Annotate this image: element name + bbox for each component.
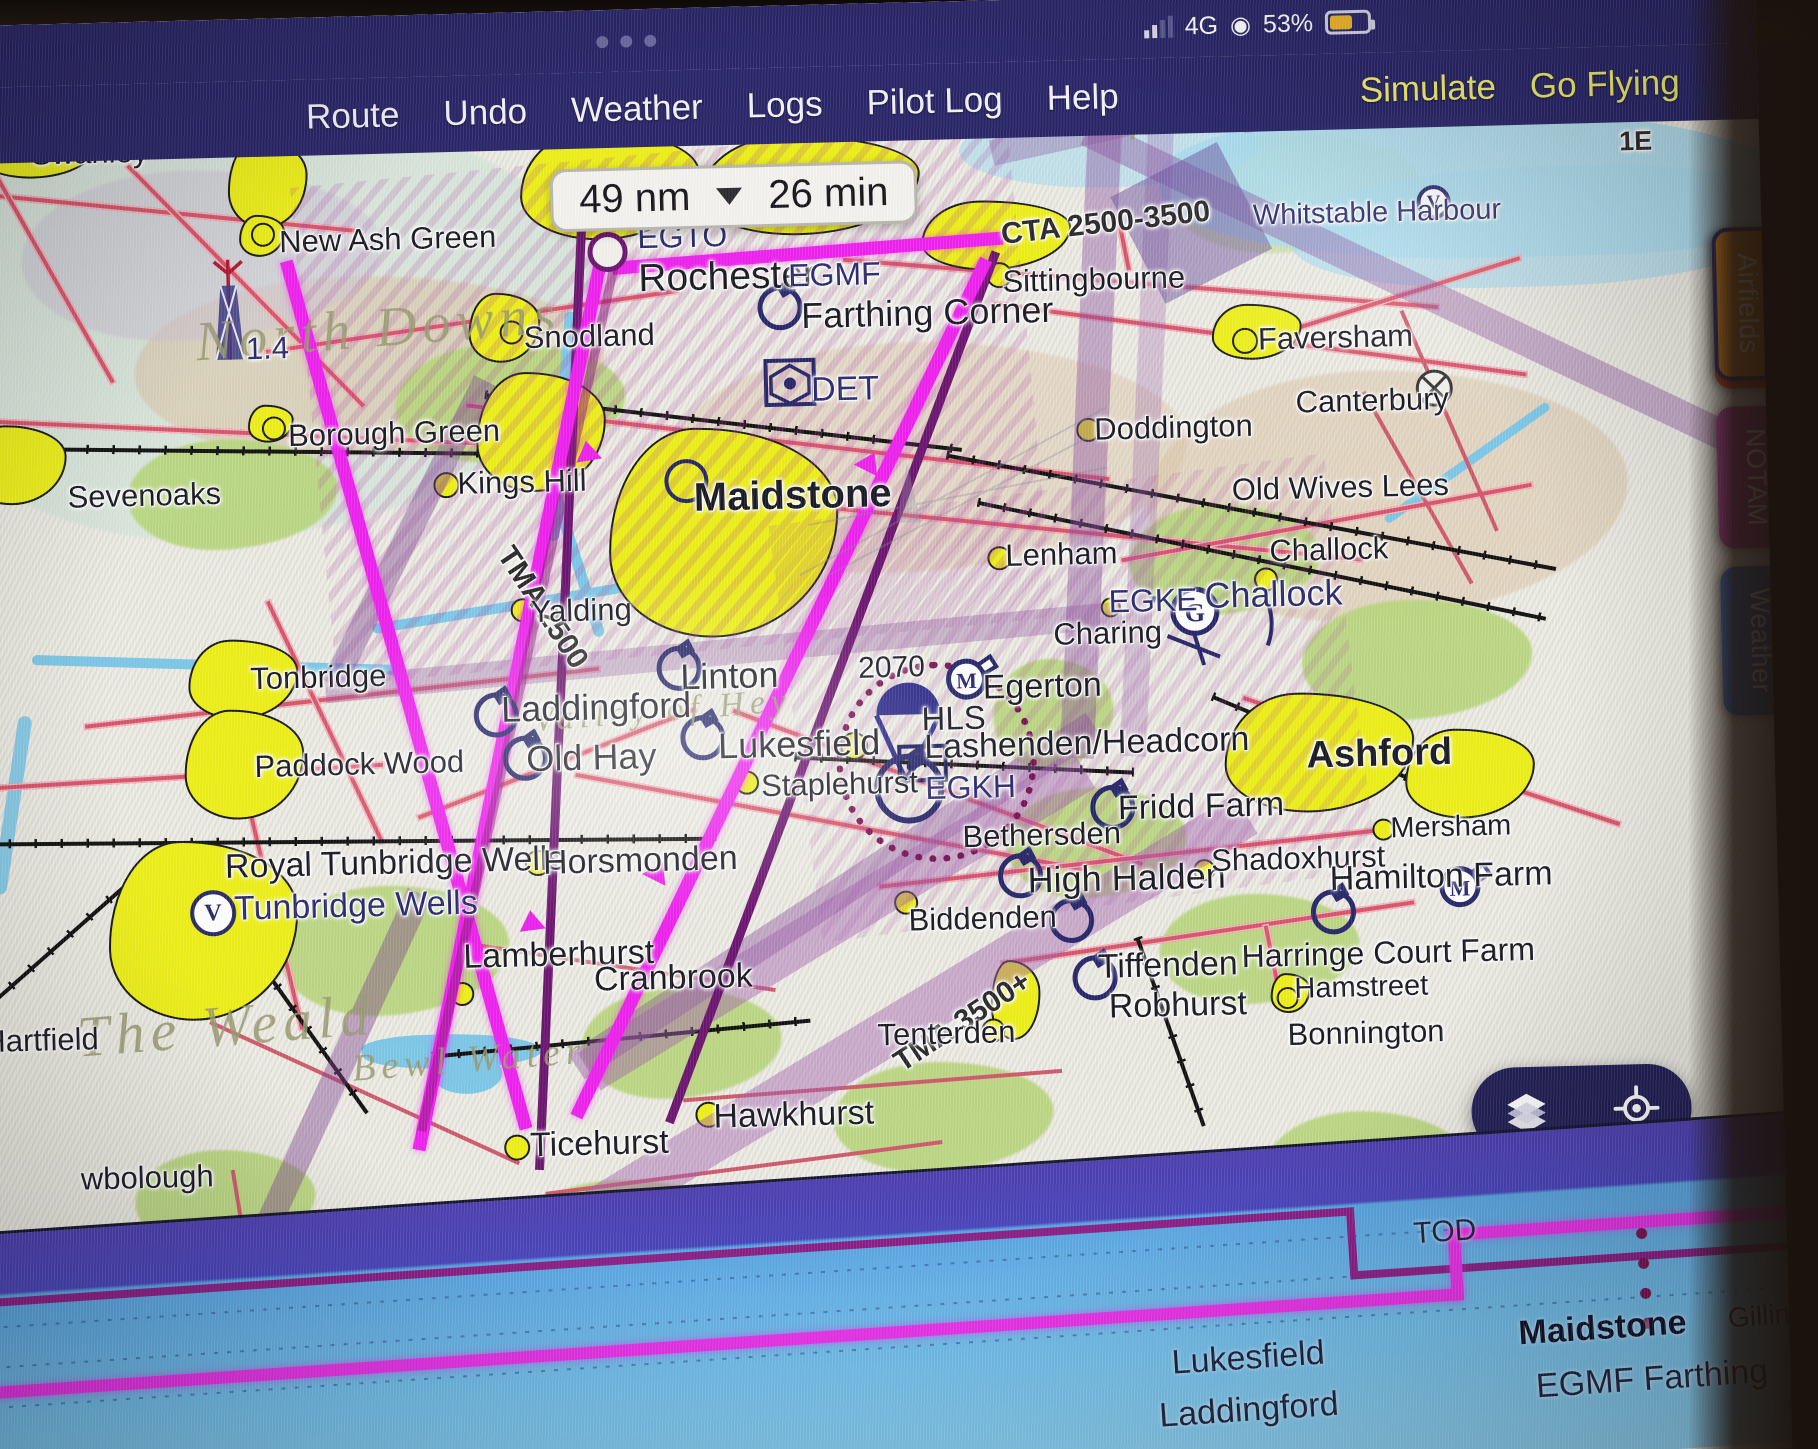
map-label-kings-hill[interactable]: Kings Hill [457, 463, 587, 502]
map-label-horsmonden[interactable]: Horsmonden [543, 839, 739, 883]
map-label-egmf[interactable]: EGMF [788, 255, 881, 294]
map-label-wbolough[interactable]: wbolough [80, 1158, 214, 1197]
menu-item-route[interactable]: Route [306, 95, 400, 137]
menu-items-right: Simulate Go Flying [1359, 63, 1680, 111]
map-label-lenham[interactable]: Lenham [1005, 535, 1118, 574]
map-label-snodland[interactable]: Snodland [523, 317, 655, 356]
map-label-canterbury[interactable]: Canterbury [1295, 381, 1449, 421]
menu-item-logs[interactable]: Logs [746, 85, 823, 127]
river [0, 715, 33, 896]
map-label-lukesfield[interactable]: Lukesfield [718, 721, 881, 767]
battery-icon [1324, 9, 1372, 35]
map-label-old-wives-lees[interactable]: Old Wives Lees [1231, 467, 1449, 508]
map-label-sittingbourne[interactable]: Sittingbourne [1002, 259, 1186, 300]
tab-notam[interactable]: NOTAM [1715, 405, 1774, 550]
map-label-challock[interactable]: Challock [1269, 530, 1389, 569]
right-side-tab-rail: Warnings NOTAM Weather Airfields [1711, 226, 1778, 717]
map-label-laddingford[interactable]: Laddingford [501, 684, 692, 731]
map-label-hamstreet[interactable]: Hamstreet [1294, 970, 1429, 1006]
map-label-whitstable-harbour[interactable]: Whitstable Harbour [1252, 193, 1501, 232]
map-label-bonnington[interactable]: Bonnington [1287, 1013, 1445, 1053]
route-time-label: 26 min [767, 169, 889, 217]
menu-item-weather[interactable]: Weather [571, 88, 704, 131]
profile-airspace-top [0, 1207, 1355, 1311]
map-label-doddington[interactable]: Doddington [1094, 408, 1253, 448]
map-label-fridd-farm[interactable]: Fridd Farm [1117, 785, 1284, 828]
map-label-old-hay[interactable]: Old Hay [526, 735, 657, 780]
map-label-lashenden-headcorn[interactable]: Lashenden/Headcorn [924, 720, 1250, 767]
menu-item-undo[interactable]: Undo [443, 92, 528, 134]
airspace-label-1e[interactable]: 1E [1619, 126, 1653, 158]
map-label-sevenoaks[interactable]: Sevenoaks [67, 476, 221, 516]
map-label-2070[interactable]: 2070 [858, 650, 926, 686]
map-label-hamilton-farm[interactable]: Hamilton Farm [1329, 854, 1553, 899]
menu-item-pilot-log[interactable]: Pilot Log [866, 80, 1003, 123]
map-label-charing[interactable]: Charing [1053, 614, 1162, 653]
menu-item-help[interactable]: Help [1046, 77, 1119, 119]
town-marker [503, 1134, 531, 1161]
drag-handle-dots-icon[interactable] [596, 34, 657, 49]
tablet-photo-frame: M M G V V North Downs The Weald Bewl Wat… [0, 0, 1818, 1449]
map-label-tiffenden[interactable]: Tiffenden [1097, 944, 1238, 987]
tablet-screen: M M G V V North Downs The Weald Bewl Wat… [0, 0, 1793, 1449]
map-label-faversham[interactable]: Faversham [1258, 318, 1414, 358]
profile-waypoint-maidstone: Maidstone [1517, 1303, 1688, 1353]
vor-dme-symbol-det[interactable] [762, 357, 817, 408]
map-label-robhurst[interactable]: Robhurst [1108, 984, 1247, 1026]
profile-airspace-step [1345, 1207, 1359, 1278]
menu-item-simulate[interactable]: Simulate [1359, 68, 1496, 111]
map-label-mersham[interactable]: Mersham [1390, 809, 1512, 845]
route-summary-pill[interactable]: 49 nm 26 min [549, 160, 919, 233]
map-label-egkh[interactable]: EGKH [925, 768, 1017, 807]
profile-waypoint-laddingford: Laddingford [1158, 1384, 1340, 1435]
chevron-down-icon[interactable] [716, 187, 743, 206]
profile-waypoint-egmf: EGMF Farthing [1534, 1351, 1770, 1406]
map-label-ashford[interactable]: Ashford [1306, 731, 1453, 778]
map-label-new-ash-green[interactable]: New Ash Green [279, 219, 497, 260]
map-label-bethersden[interactable]: Bethersden [962, 815, 1121, 855]
map-label-high-halden[interactable]: High Halden [1027, 855, 1226, 902]
network-type-label: 4G [1184, 11, 1219, 40]
profile-tod-label: TOD [1412, 1213, 1478, 1251]
map-label-1-4[interactable]: 1.4 [245, 330, 289, 367]
route-distance-label: 49 nm [578, 174, 691, 222]
map-label-staplehurst[interactable]: Staplehurst [761, 764, 919, 804]
menu-item-go-flying[interactable]: Go Flying [1529, 63, 1680, 107]
signal-bars-icon [1143, 15, 1173, 39]
map-label-hartfield[interactable]: Hartfield [0, 1021, 99, 1060]
profile-route-line [1447, 1204, 1793, 1241]
battery-percent-label: 53% [1262, 8, 1314, 38]
map-label-tunbridge-wells[interactable]: Tunbridge Wells [234, 884, 479, 929]
map-label-tonbridge[interactable]: Tonbridge [250, 658, 387, 697]
map-label-royal-tunbridge-wells[interactable]: Royal Tunbridge Wells [225, 839, 565, 887]
profile-waypoint-dot [1635, 1227, 1648, 1240]
map-label-ticehurst[interactable]: Ticehurst [530, 1123, 670, 1165]
map-label-linton[interactable]: Linton [680, 654, 779, 698]
map-label-harringe-court-farm[interactable]: Harringe Court Farm [1241, 931, 1535, 975]
map-label-biddenden[interactable]: Biddenden [908, 899, 1057, 939]
menu-items-left: Route Undo Weather Logs Pilot Log Help [306, 77, 1120, 138]
map-label-maidstone[interactable]: Maidstone [693, 471, 892, 521]
map-label-tenterden[interactable]: Tenterden [877, 1014, 1016, 1053]
route-direction-arrow [517, 908, 546, 932]
map-label-hawkhurst[interactable]: Hawkhurst [713, 1094, 875, 1137]
map-label-egerton[interactable]: Egerton [982, 666, 1102, 708]
profile-waypoint-dot [1637, 1257, 1650, 1270]
profile-waypoint-gillingham: Gillingham [1726, 1293, 1793, 1334]
tab-airfields[interactable]: Airfields [1711, 226, 1770, 381]
location-services-icon: ◉ [1229, 11, 1252, 39]
map-label-cranbrook[interactable]: Cranbrook [593, 957, 753, 1000]
svg-text:M: M [956, 668, 978, 694]
map-label-borough-green[interactable]: Borough Green [288, 413, 501, 454]
map-label-challock[interactable]: Challock [1204, 572, 1343, 617]
map-label-paddock-wood[interactable]: Paddock Wood [254, 744, 465, 785]
map-label-yalding[interactable]: Yalding [530, 592, 632, 631]
profile-waypoint-lukesfield: Lukesfield [1170, 1333, 1326, 1382]
map-label-det[interactable]: DET [811, 369, 880, 410]
tab-weather[interactable]: Weather [1719, 565, 1778, 717]
